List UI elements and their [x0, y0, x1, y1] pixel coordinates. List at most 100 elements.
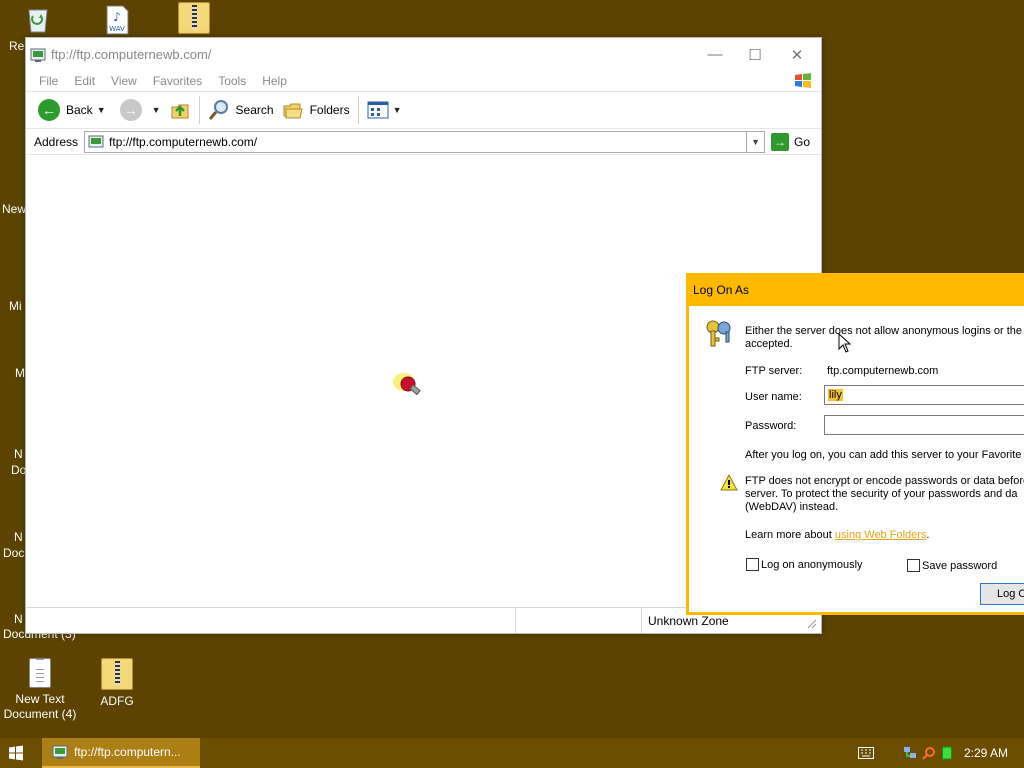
taskbar: ftp://ftp.computern... 2:29 AM [0, 738, 1024, 768]
forward-button[interactable]: → ▼ [116, 95, 165, 125]
forward-arrow-icon: → [119, 99, 142, 121]
password-input[interactable] [824, 415, 1024, 435]
warning-icon [720, 474, 738, 491]
address-label: Address [34, 134, 79, 149]
maximize-button[interactable]: ☐ [734, 38, 776, 71]
dialog-title: Log On As [693, 282, 750, 297]
dialog-message-line2: accepted. [745, 338, 793, 350]
menu-help[interactable]: Help [254, 74, 295, 88]
folders-button[interactable]: Folders [278, 95, 354, 125]
search-label: Search [235, 103, 274, 117]
desktop-label-partial: N [14, 530, 23, 544]
address-value: ftp://ftp.computernewb.com/ [109, 134, 258, 149]
ftp-folder-icon [88, 135, 104, 147]
save-password-label[interactable]: Save password [922, 560, 997, 573]
minimize-button[interactable]: — [694, 38, 736, 71]
wav-file-icon: ♪ WAV [101, 4, 133, 36]
chevron-down-icon[interactable]: ▼ [97, 105, 106, 115]
desktop-label-partial: Doc [3, 546, 25, 560]
after-logon-text: After you log on, you can add this serve… [745, 449, 1022, 461]
desktop-icon-wav[interactable]: ♪ WAV [79, 4, 155, 40]
logon-button[interactable]: Log O [980, 583, 1024, 605]
ftp-folder-icon [30, 47, 46, 63]
warning-line2: server. To protect the security of your … [745, 488, 1018, 500]
menu-file[interactable]: File [31, 74, 66, 88]
ftp-server-value: ftp.computernewb.com [827, 365, 939, 377]
up-folder-icon [171, 104, 189, 119]
keys-icon [706, 320, 731, 347]
taskbar-clock[interactable]: 2:29 AM [964, 738, 1008, 768]
password-label: Password: [745, 420, 797, 432]
desktop-icon-adfg[interactable]: ADFG [79, 658, 155, 709]
desktop-label-partial: N [14, 447, 23, 461]
zip-folder-icon [178, 2, 210, 34]
save-password-checkbox[interactable] [907, 559, 920, 572]
folders-label: Folders [309, 103, 350, 117]
keyboard-icon[interactable] [858, 747, 874, 759]
search-icon [208, 100, 228, 120]
menu-edit[interactable]: Edit [66, 74, 103, 88]
desktop-icon-label: New Text Document (4) [3, 692, 77, 721]
views-icon [367, 101, 389, 119]
network-icon[interactable] [903, 746, 917, 760]
go-label: Go [794, 134, 811, 149]
dialog-message: Either the server does not allow anonymo… [745, 325, 1024, 337]
wav-badge: WAV [109, 25, 125, 33]
menu-favorites[interactable]: Favorites [145, 74, 210, 88]
back-button[interactable]: ← Back ▼ [34, 95, 110, 125]
chevron-down-icon[interactable]: ▼ [393, 105, 402, 115]
up-folder-button[interactable] [165, 95, 195, 125]
svg-text:♪: ♪ [113, 10, 121, 24]
toolbar-separator [357, 96, 359, 124]
mouse-cursor-icon [838, 333, 852, 353]
desktop-label-partial: M [15, 366, 25, 380]
anonymous-checkbox[interactable] [746, 558, 759, 571]
menu-view[interactable]: View [103, 74, 145, 88]
desktop-icon-zip-top[interactable] [156, 2, 232, 38]
anonymous-label[interactable]: Log on anonymously [761, 559, 863, 572]
warning-line1: FTP does not encrypt or encode passwords… [745, 475, 1024, 487]
logon-dialog[interactable]: Log On As Either the server does not all… [686, 273, 1024, 615]
views-button[interactable]: ▼ [363, 95, 406, 125]
username-label: User name: [745, 391, 802, 403]
desktop-icon-new-text-document-4[interactable]: New Text Document (4) [2, 658, 78, 722]
taskbar-item-label: ftp://ftp.computern... [74, 745, 181, 759]
desktop-icon-recycle-bin[interactable] [0, 2, 76, 38]
back-label: Back [66, 103, 93, 117]
close-button[interactable]: ✕ [776, 38, 818, 71]
minimize-icon: — [707, 46, 723, 63]
learn-more-text: Learn more about using Web Folders. [745, 529, 929, 542]
go-button[interactable]: → Go [771, 132, 811, 151]
chevron-down-icon[interactable]: ▼ [746, 131, 764, 152]
go-arrow-icon: → [771, 132, 790, 151]
chevron-down-icon[interactable]: ▼ [152, 105, 161, 115]
ftp-folder-icon [52, 745, 68, 759]
warning-line3: (WebDAV) instead. [745, 501, 839, 513]
menu-tools[interactable]: Tools [210, 74, 254, 88]
username-input[interactable]: lily [824, 385, 1024, 405]
learn-more-prefix: Learn more about [745, 529, 832, 541]
learn-more-end: . [926, 529, 930, 541]
windows-logo-icon [793, 72, 813, 90]
taskbar-item-ftp[interactable]: ftp://ftp.computern... [42, 738, 200, 768]
maximize-icon: ☐ [748, 46, 762, 64]
desktop-icon-label: ADFG [100, 694, 134, 708]
windows-logo-icon [9, 745, 23, 761]
web-folders-link[interactable]: using Web Folders [835, 529, 927, 541]
address-input[interactable]: ftp://ftp.computernewb.com/ ▼ [84, 130, 766, 153]
search-tray-icon[interactable] [922, 746, 936, 760]
dialog-body: Either the server does not allow anonymo… [689, 306, 1024, 612]
zip-folder-icon [101, 658, 133, 690]
toolbar-separator [198, 96, 200, 124]
close-icon: ✕ [790, 46, 804, 64]
desktop-label-partial: Mi [9, 299, 22, 313]
status-cell [516, 608, 642, 633]
search-button[interactable]: Search [204, 95, 278, 125]
recycle-bin-icon [22, 2, 54, 34]
start-button[interactable] [0, 738, 32, 768]
desktop-label-partial: New [2, 202, 27, 216]
address-bar: Address ftp://ftp.computernewb.com/ ▼ → … [26, 129, 821, 155]
resize-grip-icon[interactable] [807, 619, 817, 629]
username-value: lily [828, 389, 843, 401]
battery-icon[interactable] [942, 746, 952, 760]
